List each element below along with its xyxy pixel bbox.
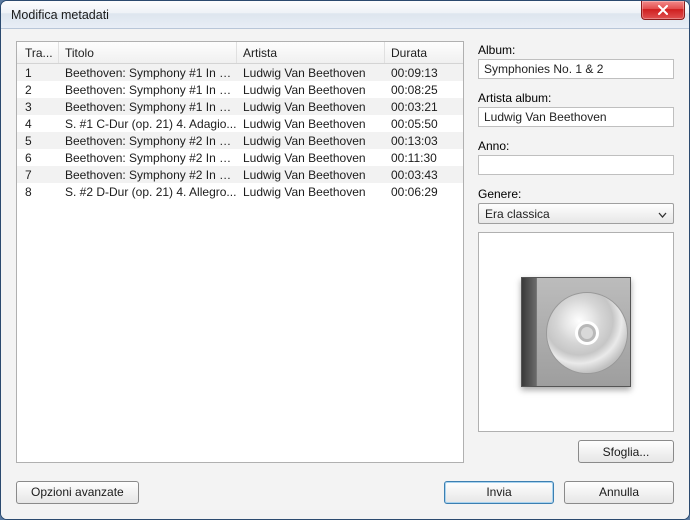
cell-duration: 00:13:03 — [385, 134, 449, 148]
table-row[interactable]: 6Beethoven: Symphony #2 In D...Ludwig Va… — [17, 149, 463, 166]
cell-track: 2 — [17, 83, 59, 97]
cell-duration: 00:03:43 — [385, 168, 449, 182]
cell-title: Beethoven: Symphony #2 In D... — [59, 151, 237, 165]
titlebar[interactable]: Modifica metadati — [1, 1, 689, 29]
cell-title: Beethoven: Symphony #1 In C... — [59, 100, 237, 114]
col-header-duration[interactable]: Durata — [385, 42, 449, 63]
cd-disc-icon — [546, 292, 628, 374]
cell-artist: Ludwig Van Beethoven — [237, 100, 385, 114]
cell-artist: Ludwig Van Beethoven — [237, 134, 385, 148]
cell-track: 1 — [17, 66, 59, 80]
cell-title: S. #2 D-Dur (op. 21) 4. Allegro... — [59, 185, 237, 199]
table-row[interactable]: 5Beethoven: Symphony #2 In D...Ludwig Va… — [17, 132, 463, 149]
genre-value: Era classica — [485, 207, 550, 221]
cell-artist: Ludwig Van Beethoven — [237, 83, 385, 97]
window-title: Modifica metadati — [11, 8, 109, 22]
album-input[interactable] — [478, 59, 674, 79]
cd-case-icon — [521, 277, 631, 387]
cell-artist: Ludwig Van Beethoven — [237, 151, 385, 165]
cell-duration: 00:09:13 — [385, 66, 449, 80]
table-row[interactable]: 1Beethoven: Symphony #1 In C...Ludwig Va… — [17, 64, 463, 81]
cell-artist: Ludwig Van Beethoven — [237, 168, 385, 182]
table-row[interactable]: 7Beethoven: Symphony #2 In D...Ludwig Va… — [17, 166, 463, 183]
track-table-header[interactable]: Tra... Titolo Artista Durata — [17, 42, 463, 64]
chevron-down-icon — [658, 207, 667, 221]
cell-artist: Ludwig Van Beethoven — [237, 117, 385, 131]
album-artist-input[interactable] — [478, 107, 674, 127]
cell-duration: 00:06:29 — [385, 185, 449, 199]
bottom-bar: Opzioni avanzate Invia Annulla — [16, 463, 674, 507]
cell-track: 8 — [17, 185, 59, 199]
cell-duration: 00:08:25 — [385, 83, 449, 97]
col-header-title[interactable]: Titolo — [59, 42, 237, 63]
browse-button[interactable]: Sfoglia... — [578, 440, 674, 463]
col-header-track[interactable]: Tra... — [17, 42, 59, 63]
close-button[interactable] — [641, 1, 685, 20]
dialog-content: Tra... Titolo Artista Durata 1Beethoven:… — [1, 29, 689, 519]
cell-track: 7 — [17, 168, 59, 182]
cell-title: Beethoven: Symphony #2 In D... — [59, 134, 237, 148]
cell-duration: 00:03:21 — [385, 100, 449, 114]
upper-pane: Tra... Titolo Artista Durata 1Beethoven:… — [16, 41, 674, 463]
cell-track: 4 — [17, 117, 59, 131]
cell-track: 5 — [17, 134, 59, 148]
album-art-box — [478, 232, 674, 432]
genre-select[interactable]: Era classica — [478, 203, 674, 224]
table-row[interactable]: 2Beethoven: Symphony #1 In C...Ludwig Va… — [17, 81, 463, 98]
track-rows: 1Beethoven: Symphony #1 In C...Ludwig Va… — [17, 64, 463, 462]
cell-duration: 00:05:50 — [385, 117, 449, 131]
track-table[interactable]: Tra... Titolo Artista Durata 1Beethoven:… — [16, 41, 464, 463]
close-icon — [657, 5, 669, 15]
genre-label: Genere: — [478, 187, 674, 201]
album-label: Album: — [478, 43, 674, 57]
side-panel: Album: Artista album: Anno: Genere: Era … — [478, 41, 674, 463]
cell-track: 6 — [17, 151, 59, 165]
year-label: Anno: — [478, 139, 674, 153]
cell-title: Beethoven: Symphony #2 In D... — [59, 168, 237, 182]
cell-artist: Ludwig Van Beethoven — [237, 185, 385, 199]
cell-artist: Ludwig Van Beethoven — [237, 66, 385, 80]
table-row[interactable]: 8S. #2 D-Dur (op. 21) 4. Allegro...Ludwi… — [17, 183, 463, 200]
year-input[interactable] — [478, 155, 674, 175]
album-artist-label: Artista album: — [478, 91, 674, 105]
col-header-artist[interactable]: Artista — [237, 42, 385, 63]
submit-button[interactable]: Invia — [444, 481, 554, 504]
cell-title: Beethoven: Symphony #1 In C... — [59, 66, 237, 80]
metadata-dialog: Modifica metadati Tra... Titolo Artista … — [0, 0, 690, 520]
cell-title: S. #1 C-Dur (op. 21) 4. Adagio... — [59, 117, 237, 131]
cancel-button[interactable]: Annulla — [564, 481, 674, 504]
table-row[interactable]: 4S. #1 C-Dur (op. 21) 4. Adagio...Ludwig… — [17, 115, 463, 132]
table-row[interactable]: 3Beethoven: Symphony #1 In C...Ludwig Va… — [17, 98, 463, 115]
cell-track: 3 — [17, 100, 59, 114]
cell-duration: 00:11:30 — [385, 151, 449, 165]
advanced-options-button[interactable]: Opzioni avanzate — [16, 481, 139, 504]
cell-title: Beethoven: Symphony #1 In C... — [59, 83, 237, 97]
